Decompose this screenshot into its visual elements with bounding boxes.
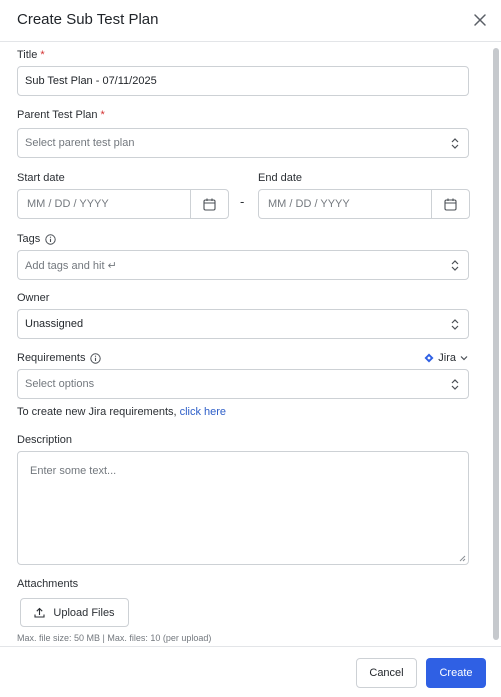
requirements-select[interactable]: Select options — [17, 369, 469, 399]
dialog-footer: Cancel Create — [0, 646, 501, 697]
dialog-title: Create Sub Test Plan — [17, 11, 159, 28]
dialog-header: Create Sub Test Plan — [0, 0, 501, 42]
attachments-note: Max. file size: 50 MB | Max. files: 10 (… — [17, 633, 212, 643]
info-icon[interactable] — [90, 352, 102, 364]
owner-select[interactable]: Unassigned — [17, 309, 469, 339]
resize-handle-icon[interactable] — [458, 554, 466, 562]
upload-files-button[interactable]: Upload Files — [20, 598, 129, 627]
cancel-button[interactable]: Cancel — [356, 658, 417, 688]
description-textarea[interactable]: Enter some text... — [17, 451, 469, 565]
end-date-input[interactable]: MM / DD / YYYY — [258, 189, 470, 219]
required-mark: * — [100, 109, 105, 121]
start-date-input[interactable]: MM / DD / YYYY — [17, 189, 229, 219]
jira-source-label: Jira — [438, 352, 456, 364]
close-icon[interactable] — [471, 11, 489, 29]
end-date-placeholder: MM / DD / YYYY — [268, 198, 350, 210]
updown-chevron-icon — [451, 260, 459, 271]
requirements-label: Requirements — [17, 352, 102, 364]
upload-files-label: Upload Files — [53, 606, 115, 619]
end-date-calendar-button[interactable] — [431, 190, 469, 218]
calendar-icon — [444, 198, 457, 211]
owner-value: Unassigned — [25, 318, 84, 330]
owner-label: Owner — [17, 292, 50, 304]
title-input[interactable]: Sub Test Plan - 07/11/2025 — [17, 66, 469, 96]
scrollbar-thumb[interactable] — [493, 48, 499, 640]
parent-test-plan-placeholder: Select parent test plan — [25, 137, 135, 149]
description-label: Description — [17, 434, 73, 446]
end-date-label: End date — [258, 172, 303, 184]
start-date-label: Start date — [17, 172, 65, 184]
create-jira-link[interactable]: click here — [180, 406, 226, 418]
title-input-value: Sub Test Plan - 07/11/2025 — [25, 75, 157, 87]
jira-icon — [424, 353, 434, 363]
parent-test-plan-select[interactable]: Select parent test plan — [17, 128, 469, 158]
dialog-body: Title * Sub Test Plan - 07/11/2025 Paren… — [0, 42, 501, 646]
start-date-placeholder: MM / DD / YYYY — [27, 198, 109, 210]
updown-chevron-icon — [451, 138, 459, 149]
description-placeholder: Enter some text... — [30, 465, 117, 477]
required-mark: * — [40, 49, 45, 61]
tags-label: Tags — [17, 233, 56, 245]
title-label: Title * — [17, 49, 45, 61]
attachments-label: Attachments — [17, 578, 79, 590]
chevron-down-icon — [460, 356, 468, 361]
requirements-helper: To create new Jira requirements, click he… — [17, 406, 227, 418]
requirements-placeholder: Select options — [25, 378, 95, 390]
info-icon[interactable] — [45, 233, 56, 245]
start-date-calendar-button[interactable] — [190, 190, 228, 218]
create-button[interactable]: Create — [426, 658, 486, 688]
updown-chevron-icon — [451, 379, 459, 390]
tags-input[interactable]: Add tags and hit ↵ — [17, 250, 469, 280]
parent-test-plan-label: Parent Test Plan * — [17, 109, 105, 121]
tags-placeholder: Add tags and hit ↵ — [25, 260, 117, 272]
date-separator: - — [240, 194, 245, 209]
calendar-icon — [203, 198, 216, 211]
updown-chevron-icon — [451, 319, 459, 330]
upload-icon — [34, 607, 45, 618]
jira-source-dropdown[interactable]: Jira — [424, 352, 468, 364]
